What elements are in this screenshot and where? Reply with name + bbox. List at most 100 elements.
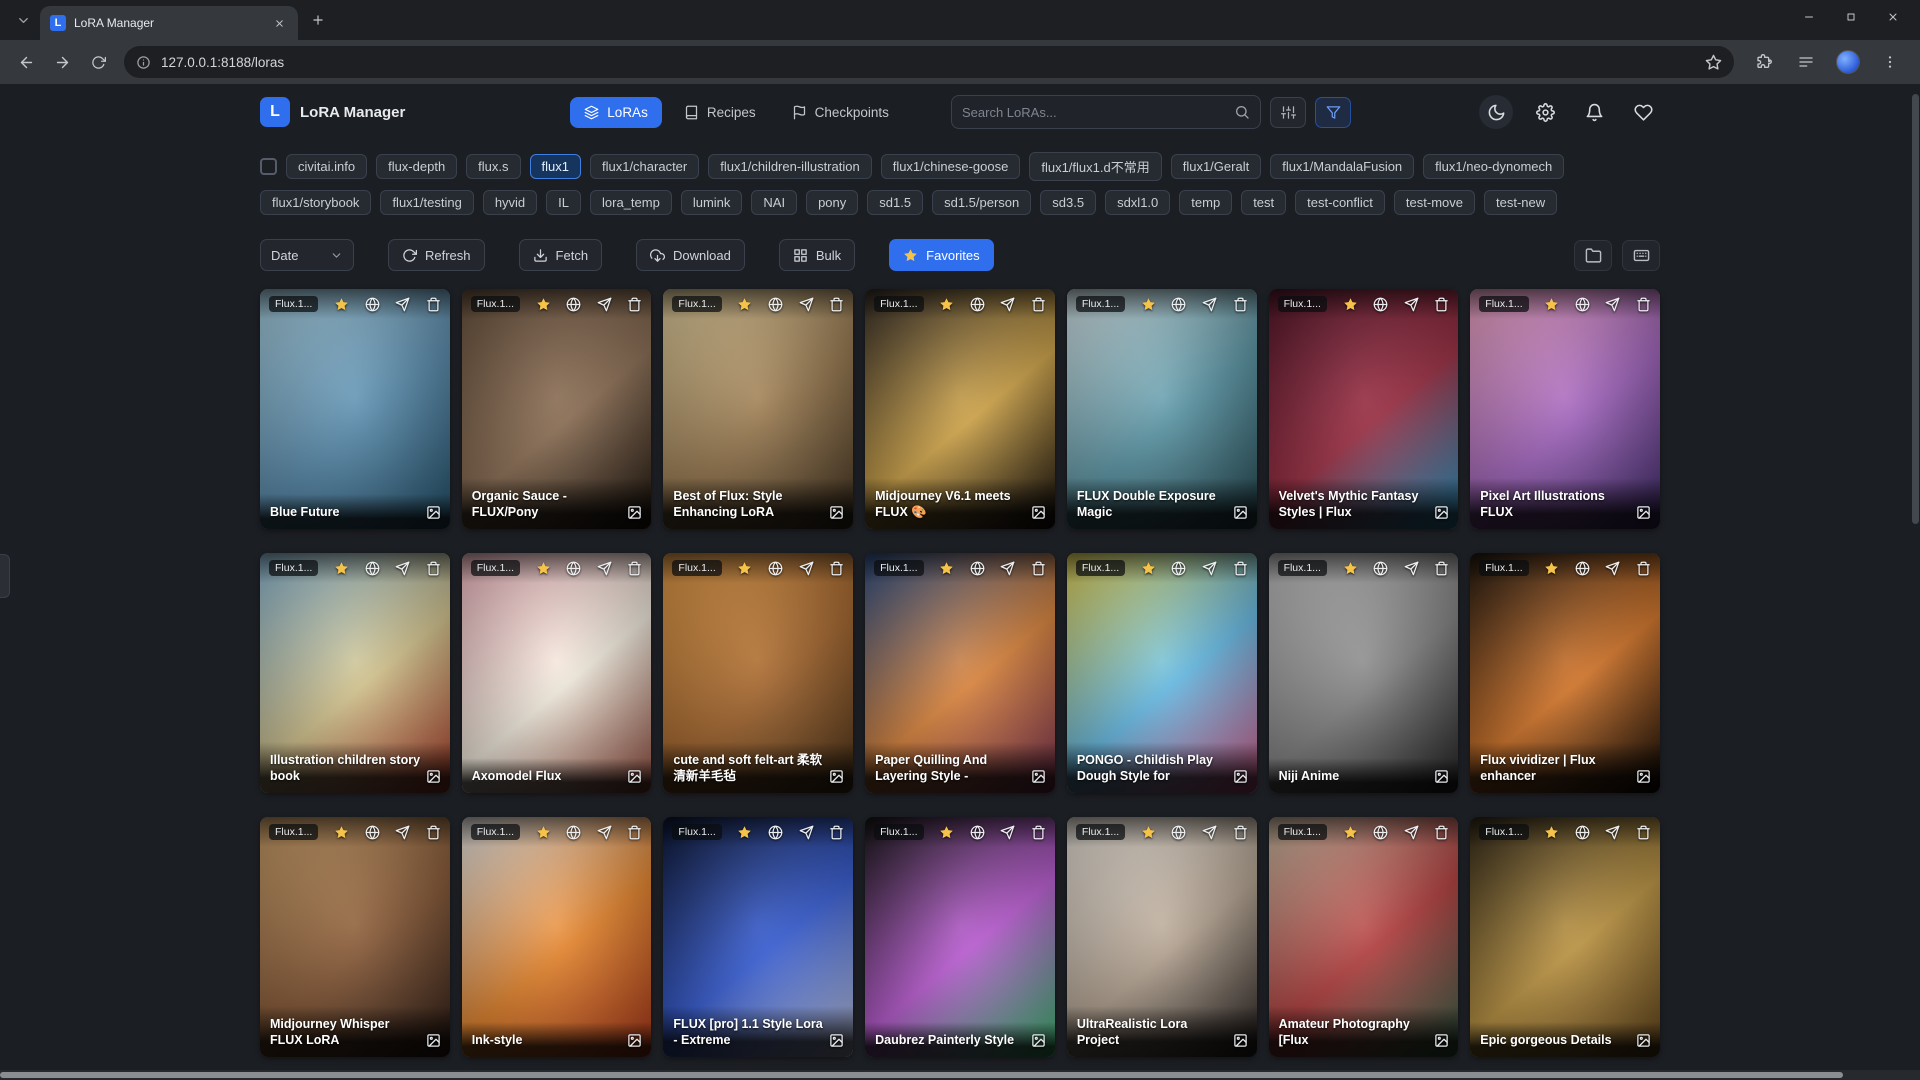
civitai-globe-icon[interactable]: [970, 825, 985, 840]
send-to-workflow-icon[interactable]: [597, 825, 612, 840]
lora-card[interactable]: Flux.1... FLUX Double Exposure Magic: [1067, 289, 1257, 529]
horizontal-scrollbar-thumb[interactable]: [0, 1072, 1843, 1078]
civitai-globe-icon[interactable]: [566, 561, 581, 576]
lora-card[interactable]: Flux.1... UltraRealistic Lora Project: [1067, 817, 1257, 1057]
lora-card[interactable]: Flux.1... Best of Flux: Style Enhancing …: [663, 289, 853, 529]
favorite-star-icon[interactable]: [737, 561, 752, 576]
horizontal-scrollbar[interactable]: [0, 1070, 1920, 1080]
search-icon[interactable]: [1234, 104, 1250, 120]
fetch-button[interactable]: Fetch: [519, 239, 603, 271]
favorite-star-icon[interactable]: [536, 561, 551, 576]
delete-icon[interactable]: [627, 297, 642, 312]
tag-civitai.info[interactable]: civitai.info: [286, 154, 367, 179]
example-images-icon[interactable]: [1031, 769, 1046, 784]
nav-item-loras[interactable]: LoRAs: [570, 97, 662, 128]
civitai-globe-icon[interactable]: [566, 297, 581, 312]
side-panel-toggle[interactable]: [0, 554, 10, 598]
example-images-icon[interactable]: [829, 1033, 844, 1048]
filter-button[interactable]: [1315, 97, 1351, 128]
example-images-icon[interactable]: [426, 1033, 441, 1048]
example-images-icon[interactable]: [627, 1033, 642, 1048]
browser-menu-icon[interactable]: [1874, 46, 1906, 78]
lora-card[interactable]: Flux.1... Paper Quilling And Layering St…: [865, 553, 1055, 793]
send-to-workflow-icon[interactable]: [799, 561, 814, 576]
lora-card[interactable]: Flux.1... Ink-style: [462, 817, 652, 1057]
delete-icon[interactable]: [829, 825, 844, 840]
delete-icon[interactable]: [1636, 561, 1651, 576]
tab-close-button[interactable]: [270, 14, 288, 32]
civitai-globe-icon[interactable]: [970, 297, 985, 312]
tag-temp[interactable]: temp: [1179, 190, 1232, 215]
example-images-icon[interactable]: [829, 769, 844, 784]
favorite-star-icon[interactable]: [1343, 297, 1358, 312]
delete-icon[interactable]: [1031, 297, 1046, 312]
lora-card[interactable]: Flux.1... Blue Future: [260, 289, 450, 529]
favorite-star-icon[interactable]: [1544, 825, 1559, 840]
send-to-workflow-icon[interactable]: [1000, 297, 1015, 312]
favorite-star-icon[interactable]: [334, 297, 349, 312]
refresh-button[interactable]: Refresh: [388, 239, 485, 271]
reload-button[interactable]: [82, 46, 114, 78]
keyboard-shortcuts-button[interactable]: [1622, 240, 1660, 271]
delete-icon[interactable]: [1434, 561, 1449, 576]
delete-icon[interactable]: [1031, 825, 1046, 840]
favorite-star-icon[interactable]: [536, 825, 551, 840]
send-to-workflow-icon[interactable]: [1404, 825, 1419, 840]
lora-card[interactable]: Flux.1... Organic Sauce - FLUX/Pony: [462, 289, 652, 529]
example-images-icon[interactable]: [1636, 505, 1651, 520]
tag-lora_temp[interactable]: lora_temp: [590, 190, 672, 215]
example-images-icon[interactable]: [627, 769, 642, 784]
lora-card[interactable]: Flux.1... Axomodel Flux: [462, 553, 652, 793]
lora-card[interactable]: Flux.1... Illustration children story bo…: [260, 553, 450, 793]
send-to-workflow-icon[interactable]: [1605, 561, 1620, 576]
civitai-globe-icon[interactable]: [768, 825, 783, 840]
tag-flux1/storybook[interactable]: flux1/storybook: [260, 190, 371, 215]
bookmark-star-icon[interactable]: [1705, 54, 1722, 71]
minimize-button[interactable]: [1788, 0, 1830, 34]
send-to-workflow-icon[interactable]: [1202, 297, 1217, 312]
favorite-star-icon[interactable]: [334, 825, 349, 840]
tag-test[interactable]: test: [1241, 190, 1286, 215]
nav-item-checkpoints[interactable]: Checkpoints: [778, 97, 903, 128]
send-to-workflow-icon[interactable]: [597, 561, 612, 576]
reading-list-icon[interactable]: [1790, 46, 1822, 78]
example-images-icon[interactable]: [829, 505, 844, 520]
tag-test-new[interactable]: test-new: [1484, 190, 1557, 215]
example-images-icon[interactable]: [1434, 1033, 1449, 1048]
send-to-workflow-icon[interactable]: [1605, 297, 1620, 312]
delete-icon[interactable]: [426, 825, 441, 840]
example-images-icon[interactable]: [1031, 1033, 1046, 1048]
favorite-star-icon[interactable]: [939, 825, 954, 840]
lora-card[interactable]: Flux.1... FLUX [pro] 1.1 Style Lora - Ex…: [663, 817, 853, 1057]
vertical-scrollbar[interactable]: [1911, 86, 1920, 1066]
civitai-globe-icon[interactable]: [970, 561, 985, 576]
support-button[interactable]: [1626, 95, 1660, 129]
delete-icon[interactable]: [1233, 825, 1248, 840]
civitai-globe-icon[interactable]: [768, 297, 783, 312]
send-to-workflow-icon[interactable]: [1000, 825, 1015, 840]
delete-icon[interactable]: [426, 561, 441, 576]
lora-card[interactable]: Flux.1... Velvet's Mythic Fantasy Styles…: [1269, 289, 1459, 529]
civitai-globe-icon[interactable]: [566, 825, 581, 840]
example-images-icon[interactable]: [1233, 1033, 1248, 1048]
extensions-icon[interactable]: [1748, 46, 1780, 78]
send-to-workflow-icon[interactable]: [1202, 825, 1217, 840]
civitai-globe-icon[interactable]: [1171, 561, 1186, 576]
vertical-scrollbar-thumb[interactable]: [1912, 94, 1919, 524]
send-to-workflow-icon[interactable]: [395, 561, 410, 576]
tag-flux1/children-illustration[interactable]: flux1/children-illustration: [708, 154, 871, 179]
browser-tab[interactable]: L LoRA Manager: [40, 6, 298, 40]
civitai-globe-icon[interactable]: [1575, 297, 1590, 312]
tag-IL[interactable]: IL: [546, 190, 581, 215]
delete-icon[interactable]: [627, 825, 642, 840]
lora-card[interactable]: Flux.1... Epic gorgeous Details: [1470, 817, 1660, 1057]
favorite-star-icon[interactable]: [1544, 561, 1559, 576]
example-images-icon[interactable]: [426, 769, 441, 784]
send-to-workflow-icon[interactable]: [597, 297, 612, 312]
send-to-workflow-icon[interactable]: [1605, 825, 1620, 840]
maximize-button[interactable]: [1830, 0, 1872, 34]
example-images-icon[interactable]: [1031, 505, 1046, 520]
delete-icon[interactable]: [829, 297, 844, 312]
tag-flux.s[interactable]: flux.s: [466, 154, 520, 179]
lora-card[interactable]: Flux.1... Flux vividizer | Flux enhancer: [1470, 553, 1660, 793]
